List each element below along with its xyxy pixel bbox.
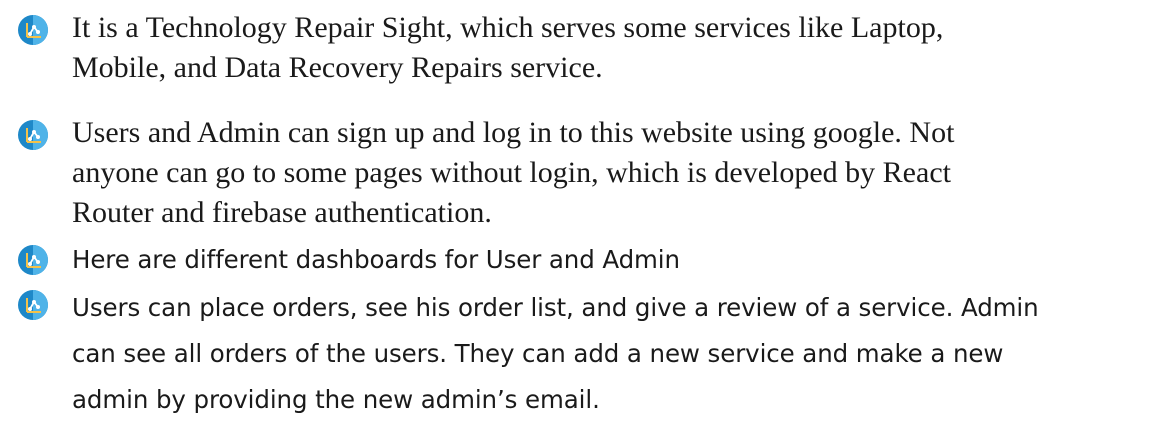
text-line: Mobile, and Data Recovery Repairs servic… <box>72 51 603 84</box>
text-line: Here are different dashboards for User a… <box>72 245 680 274</box>
text-line: It is a Technology Repair Sight, which s… <box>72 11 944 44</box>
list-item: Users can place orders, see his order li… <box>0 285 1174 423</box>
graph-icon <box>18 245 48 275</box>
graph-icon <box>18 290 48 320</box>
graph-icon <box>18 120 48 150</box>
text-line: Users can place orders, see his order li… <box>72 293 1039 322</box>
text-line: admin by providing the new admin’s email… <box>72 385 600 414</box>
text-line: Users and Admin can sign up and log in t… <box>72 116 955 149</box>
list-item: It is a Technology Repair Sight, which s… <box>0 8 1174 88</box>
graph-icon <box>18 15 48 45</box>
list-item: Users and Admin can sign up and log in t… <box>0 113 1174 233</box>
text-line: Router and firebase authentication. <box>72 196 492 229</box>
list-item-text: Here are different dashboards for User a… <box>72 240 1174 280</box>
list-item-text: It is a Technology Repair Sight, which s… <box>72 8 1174 88</box>
list-item-text: Users and Admin can sign up and log in t… <box>72 113 1174 233</box>
list-item-text: Users can place orders, see his order li… <box>72 285 1174 423</box>
text-line: can see all orders of the users. They ca… <box>72 339 1004 368</box>
feature-list: It is a Technology Repair Sight, which s… <box>0 0 1174 428</box>
list-item: Here are different dashboards for User a… <box>0 240 1174 280</box>
text-line: anyone can go to some pages without logi… <box>72 156 951 189</box>
